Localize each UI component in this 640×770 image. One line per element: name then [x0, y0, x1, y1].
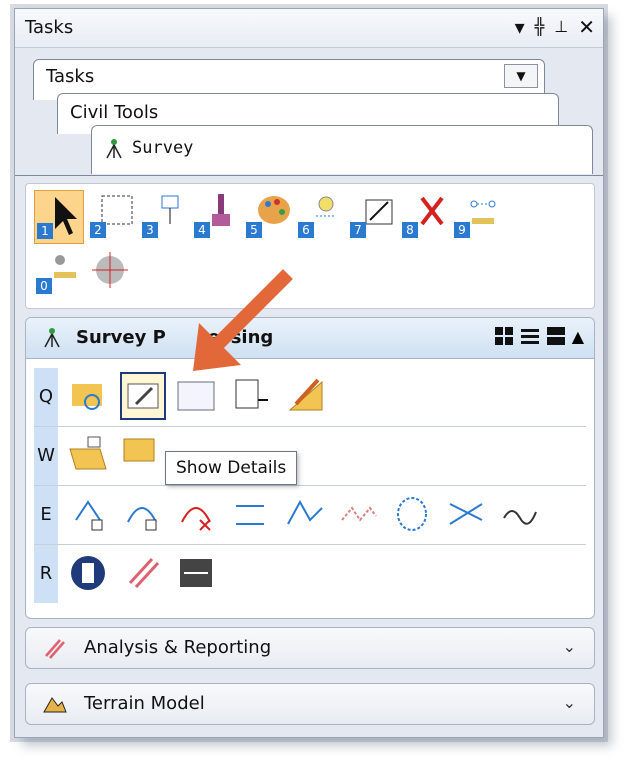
row-key-label: E [34, 486, 58, 544]
task-tabs: Tasks ▼ Civil Tools Survey [15, 47, 603, 187]
light-tool[interactable]: 6 [296, 190, 344, 242]
survey-processing-section: Survey Pessing ▲ Q W E R [25, 317, 595, 619]
delete-tool[interactable]: 8 [400, 190, 448, 242]
analysis-reporting-section[interactable]: Analysis & Reporting ⌄ [25, 627, 595, 669]
view-mode-controls: ▲ [494, 326, 584, 346]
add-node-button[interactable] [66, 490, 112, 538]
pushpin-icon[interactable]: ⊥ [554, 15, 568, 39]
import-folder-button[interactable] [120, 431, 166, 479]
smooth-line-button[interactable] [498, 490, 544, 538]
reverse-direction-button[interactable] [228, 490, 274, 538]
tool-number: 4 [194, 222, 210, 238]
break-line-button[interactable] [336, 490, 382, 538]
terrain-model-section[interactable]: Terrain Model ⌄ [25, 683, 595, 725]
tab-civil-tools-label: Civil Tools [70, 102, 159, 123]
show-details-button[interactable] [120, 372, 166, 420]
join-lines-icon [449, 503, 483, 525]
row-key-label: R [34, 545, 58, 603]
close-figure-button[interactable] [390, 490, 436, 538]
find-survey-data-button[interactable] [66, 372, 112, 420]
analysis-reporting-label: Analysis & Reporting [84, 637, 272, 658]
callout-arrow [193, 269, 293, 371]
fence-tool[interactable]: 2 [88, 190, 136, 242]
tool-number: 6 [298, 222, 314, 238]
measure-radius-tool[interactable]: 0 [34, 246, 82, 298]
tool-row-w: W [34, 427, 586, 486]
measure-distance-tool[interactable]: 9 [452, 190, 500, 242]
insert-vertex-button[interactable] [282, 490, 328, 538]
panel-titlebar: Tasks ▾ ╬ ⊥ ✕ [15, 9, 603, 48]
list-view-icon[interactable] [520, 326, 540, 346]
play-video-button[interactable] [66, 549, 112, 597]
folder-import-icon [123, 438, 155, 462]
snap-target-icon [92, 252, 128, 288]
tool-row-e: E [34, 486, 586, 545]
chevron-down-icon[interactable]: ⌄ [563, 637, 576, 656]
tool-number: 3 [142, 222, 158, 238]
broken-line-icon [341, 506, 377, 522]
closed-figure-icon [397, 497, 427, 531]
survey-processing-title-start: Survey P [76, 327, 166, 348]
tool-number: 8 [402, 222, 418, 238]
survey-tripod-icon [106, 139, 122, 159]
folder-search-icon [72, 384, 102, 410]
palette-tool[interactable]: 5 [244, 190, 292, 242]
survey-processing-header[interactable]: Survey Pessing ▲ [26, 318, 594, 359]
tab-divider [15, 175, 603, 176]
tab-tasks-label: Tasks [46, 66, 95, 87]
brush-tool[interactable]: 4 [192, 190, 240, 242]
pin-icon[interactable]: ╬ [535, 15, 545, 39]
show-details-tooltip: Show Details [165, 451, 298, 485]
resize-arrows-icon [180, 559, 212, 587]
resize-button[interactable] [174, 549, 220, 597]
node-delete-icon [181, 507, 211, 531]
insert-tool[interactable]: 3 [140, 190, 188, 242]
tool-number: 0 [36, 278, 52, 294]
pencil-edit-icon [127, 383, 159, 409]
survey-tools-grid: Q W E R [34, 368, 586, 603]
open-folder-button[interactable] [66, 431, 112, 479]
reverse-arrows-icon [236, 505, 264, 525]
tool-grid: 1 2 3 4 5 6 7 8 9 0 [25, 183, 595, 309]
terrain-model-label: Terrain Model [84, 693, 205, 714]
open-folder-icon [69, 436, 107, 470]
tool-row-r: R [34, 545, 586, 603]
film-play-icon [71, 556, 105, 590]
add-arc-node-button[interactable] [120, 490, 166, 538]
scale-tool[interactable]: 7 [348, 190, 396, 242]
paperclip-icon [128, 557, 160, 589]
close-icon[interactable]: ✕ [578, 15, 595, 39]
panel-title: Tasks [25, 17, 74, 38]
titlebar-controls: ▾ ╬ ⊥ ✕ [515, 15, 595, 39]
tool-number: 5 [246, 222, 262, 238]
survey-tripod-icon [44, 328, 60, 348]
node-add-icon [75, 500, 103, 531]
vertex-insert-icon [287, 499, 323, 525]
terrain-model-icon [43, 697, 67, 713]
analysis-paperclip-icon [45, 639, 65, 659]
tool-row-q: Q [34, 368, 586, 427]
dropdown-arrow-icon[interactable]: ▾ [515, 15, 525, 39]
collapse-up-icon[interactable]: ▲ [572, 327, 584, 346]
chevron-down-icon[interactable]: ⌄ [563, 693, 576, 712]
select-element-tool[interactable]: 1 [34, 190, 84, 244]
join-lines-button[interactable] [444, 490, 490, 538]
tab-survey[interactable]: Survey [91, 125, 593, 174]
detail-view-icon[interactable] [546, 326, 566, 346]
grid-view-icon[interactable] [494, 326, 514, 346]
tool-number: 2 [90, 222, 106, 238]
delete-node-button[interactable] [174, 490, 220, 538]
tasks-panel: Tasks ▾ ╬ ⊥ ✕ Tasks ▼ Civil Tools Survey [14, 8, 604, 738]
row-key-label: Q [34, 368, 58, 426]
attach-button[interactable] [120, 549, 166, 597]
tab-survey-label: Survey [132, 138, 194, 158]
arc-add-icon [127, 507, 157, 531]
tab-dropdown-icon[interactable]: ▼ [504, 64, 538, 88]
tool-number: 1 [37, 223, 53, 239]
snap-tool[interactable] [86, 246, 134, 298]
tool-number: 7 [350, 222, 366, 238]
tool-number: 9 [454, 222, 470, 238]
smooth-line-icon [503, 510, 537, 525]
row-key-label: W [34, 427, 58, 485]
